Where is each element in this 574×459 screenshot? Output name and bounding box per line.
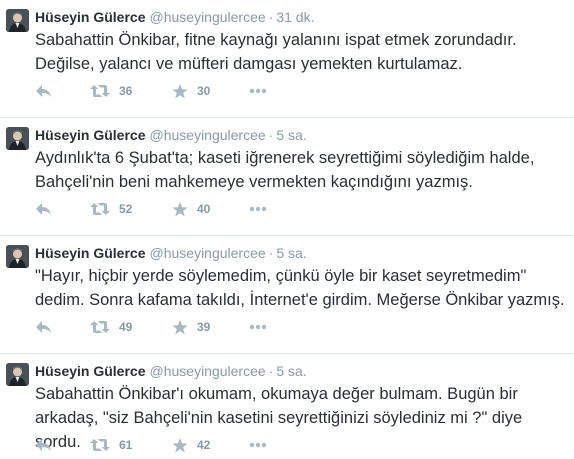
tweet-header: Hüseyin Gülerce @huseyingulercee · 5 sa. — [35, 244, 307, 262]
retweet-icon — [90, 439, 110, 451]
more-dots-icon — [249, 206, 267, 212]
more-dots-icon — [249, 88, 267, 94]
tweet-actions: 36 30 — [35, 80, 574, 102]
star-icon — [172, 201, 188, 216]
tweet-item[interactable]: Hüseyin Gülerce @huseyingulercee · 5 sa. Sa… — [0, 354, 574, 459]
more-dots-icon — [249, 442, 267, 448]
favorite-count: 42 — [197, 438, 211, 452]
tweet-timestamp[interactable]: 5 sa. — [276, 245, 306, 261]
author-username[interactable]: @huseyingulercee — [150, 363, 266, 379]
favorite-count: 40 — [197, 202, 211, 216]
header-separator: · — [268, 363, 274, 379]
avatar[interactable] — [6, 363, 29, 386]
favorite-count: 30 — [197, 84, 211, 98]
author-fullname[interactable]: Hüseyin Gülerce — [35, 9, 146, 25]
tweet-text: Sabahattin Önkibar, fitne kaynağı yalanı… — [35, 31, 517, 73]
avatar[interactable] — [6, 127, 29, 150]
tweet-actions: 61 42 — [35, 434, 574, 456]
author-fullname[interactable]: Hüseyin Gülerce — [35, 363, 146, 379]
tweet-actions: 49 39 — [35, 316, 574, 338]
avatar[interactable] — [6, 9, 29, 32]
star-icon — [172, 437, 188, 452]
tweet-item[interactable]: Hüseyin Gülerce @huseyingulercee · 5 sa. Ay… — [0, 118, 574, 236]
reply-icon — [36, 203, 51, 215]
reply-button[interactable] — [35, 316, 52, 338]
author-username[interactable]: @huseyingulercee — [150, 9, 266, 25]
favorite-button[interactable]: 30 — [172, 80, 210, 102]
header-separator: · — [268, 9, 274, 25]
star-icon — [172, 83, 188, 98]
favorite-count: 39 — [197, 320, 211, 334]
more-button[interactable] — [249, 198, 267, 220]
reply-button[interactable] — [35, 198, 52, 220]
tweet-header: Hüseyin Gülerce @huseyingulercee · 5 sa. — [35, 126, 307, 144]
retweet-button[interactable]: 61 — [90, 434, 132, 456]
avatar[interactable] — [6, 245, 29, 268]
tweet-item[interactable]: Hüseyin Gülerce @huseyingulercee · 5 sa. "H… — [0, 236, 574, 354]
more-button[interactable] — [249, 316, 267, 338]
tweet-text: "Hayır, hiçbir yerde söylemedim, çünkü ö… — [35, 267, 565, 309]
more-button[interactable] — [249, 80, 267, 102]
favorite-button[interactable]: 39 — [172, 316, 210, 338]
tweet-timestamp[interactable]: 5 sa. — [276, 127, 306, 143]
reply-icon — [36, 321, 51, 333]
favorite-button[interactable]: 42 — [172, 434, 210, 456]
favorite-button[interactable]: 40 — [172, 198, 210, 220]
tweet-header: Hüseyin Gülerce @huseyingulercee · 5 sa. — [35, 362, 307, 380]
reply-button[interactable] — [35, 434, 52, 456]
retweet-button[interactable]: 52 — [90, 198, 132, 220]
retweet-icon — [90, 203, 110, 215]
retweet-count: 52 — [119, 202, 133, 216]
tweet-timeline: Hüseyin Gülerce @huseyingulercee · 31 dk. S… — [0, 0, 574, 459]
star-icon — [172, 319, 188, 334]
header-separator: · — [268, 245, 274, 261]
author-fullname[interactable]: Hüseyin Gülerce — [35, 245, 146, 261]
retweet-icon — [90, 321, 110, 333]
reply-button[interactable] — [35, 80, 52, 102]
retweet-button[interactable]: 36 — [90, 80, 132, 102]
header-separator: · — [268, 127, 274, 143]
tweet-actions: 52 40 — [35, 198, 574, 220]
retweet-count: 49 — [119, 320, 133, 334]
tweet-text: Aydınlık'ta 6 Şubat'ta; kaseti iğrenerek… — [35, 149, 535, 191]
reply-icon — [36, 85, 51, 97]
retweet-button[interactable]: 49 — [90, 316, 132, 338]
retweet-count: 61 — [119, 438, 133, 452]
tweet-timestamp[interactable]: 5 sa. — [276, 363, 306, 379]
tweet-timestamp[interactable]: 31 dk. — [276, 9, 314, 25]
more-dots-icon — [249, 324, 267, 330]
author-username[interactable]: @huseyingulercee — [150, 245, 266, 261]
reply-icon — [36, 439, 51, 451]
more-button[interactable] — [249, 434, 267, 456]
retweet-icon — [90, 85, 110, 97]
author-fullname[interactable]: Hüseyin Gülerce — [35, 127, 146, 143]
tweet-header: Hüseyin Gülerce @huseyingulercee · 31 dk. — [35, 8, 314, 26]
author-username[interactable]: @huseyingulercee — [150, 127, 266, 143]
tweet-item[interactable]: Hüseyin Gülerce @huseyingulercee · 31 dk. S… — [0, 0, 574, 118]
retweet-count: 36 — [119, 84, 133, 98]
